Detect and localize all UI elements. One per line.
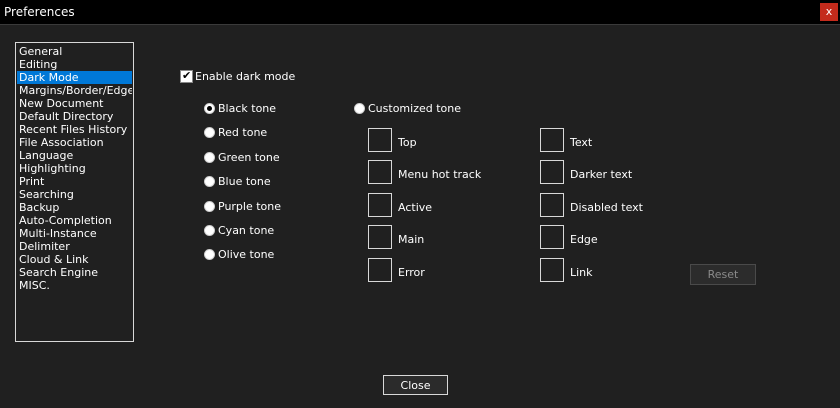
radio-button[interactable] xyxy=(204,152,215,163)
swatch-active[interactable] xyxy=(368,193,392,217)
radio-button[interactable] xyxy=(204,249,215,260)
swatch-label-menu-hot-track: Menu hot track xyxy=(398,168,482,181)
close-window-icon[interactable]: x xyxy=(820,3,838,21)
radio-label[interactable]: Customized tone xyxy=(368,102,461,115)
swatch-label-link: Link xyxy=(570,266,593,279)
swatch-disabled-text[interactable] xyxy=(540,193,564,217)
swatch-link[interactable] xyxy=(540,258,564,282)
nav-item-language[interactable]: Language xyxy=(17,149,132,162)
nav-item-search-engine[interactable]: Search Engine xyxy=(17,266,132,279)
swatch-main[interactable] xyxy=(368,225,392,249)
swatch-label-edge: Edge xyxy=(570,233,598,246)
nav-item-file-association[interactable]: File Association xyxy=(17,136,132,149)
preferences-nav-list[interactable]: General Editing Dark Mode Margins/Border… xyxy=(15,42,134,342)
nav-item-searching[interactable]: Searching xyxy=(17,188,132,201)
reset-button[interactable]: Reset xyxy=(690,264,756,285)
swatch-text[interactable] xyxy=(540,128,564,152)
nav-item-dark-mode[interactable]: Dark Mode xyxy=(17,71,132,84)
swatch-label-top: Top xyxy=(398,136,417,149)
close-button[interactable]: Close xyxy=(383,375,448,395)
swatch-label-text: Text xyxy=(570,136,593,149)
radio-label[interactable]: Black tone xyxy=(218,102,276,115)
radio-button[interactable] xyxy=(204,201,215,212)
nav-item-recent-files[interactable]: Recent Files History xyxy=(17,123,132,136)
radio-label[interactable]: Purple tone xyxy=(218,200,281,213)
title-bar: Preferences x xyxy=(0,0,840,25)
nav-item-misc[interactable]: MISC. xyxy=(17,279,132,292)
nav-item-margins[interactable]: Margins/Border/Edge xyxy=(17,84,132,97)
nav-item-backup[interactable]: Backup xyxy=(17,201,132,214)
checkmark-icon: ✔ xyxy=(182,69,192,82)
swatch-edge[interactable] xyxy=(540,225,564,249)
radio-label[interactable]: Red tone xyxy=(218,126,267,139)
radio-button[interactable] xyxy=(354,103,365,114)
radio-button[interactable] xyxy=(204,103,215,114)
swatch-label-darker-text: Darker text xyxy=(570,168,633,181)
nav-item-auto-completion[interactable]: Auto-Completion xyxy=(17,214,132,227)
swatch-label-main: Main xyxy=(398,233,425,246)
radio-label[interactable]: Cyan tone xyxy=(218,224,274,237)
nav-item-delimiter[interactable]: Delimiter xyxy=(17,240,132,253)
swatch-top[interactable] xyxy=(368,128,392,152)
nav-item-multi-instance[interactable]: Multi-Instance xyxy=(17,227,132,240)
nav-item-cloud-link[interactable]: Cloud & Link xyxy=(17,253,132,266)
nav-item-editing[interactable]: Editing xyxy=(17,58,132,71)
swatch-error[interactable] xyxy=(368,258,392,282)
swatch-menu-hot-track[interactable] xyxy=(368,160,392,184)
swatch-label-active: Active xyxy=(398,201,433,214)
enable-dark-mode-checkbox[interactable]: ✔ xyxy=(180,69,193,83)
nav-item-general[interactable]: General xyxy=(17,45,132,58)
swatch-label-disabled-text: Disabled text xyxy=(570,201,643,214)
swatch-label-error: Error xyxy=(398,266,425,279)
radio-label[interactable]: Olive tone xyxy=(218,248,274,261)
radio-button[interactable] xyxy=(204,225,215,236)
nav-item-print[interactable]: Print xyxy=(17,175,132,188)
nav-item-highlighting[interactable]: Highlighting xyxy=(17,162,132,175)
radio-button[interactable] xyxy=(204,127,215,138)
radio-label[interactable]: Blue tone xyxy=(218,175,271,188)
radio-button[interactable] xyxy=(204,176,215,187)
nav-item-default-directory[interactable]: Default Directory xyxy=(17,110,132,123)
window-title: Preferences xyxy=(4,5,75,19)
swatch-darker-text[interactable] xyxy=(540,160,564,184)
radio-label[interactable]: Green tone xyxy=(218,151,280,164)
nav-item-new-document[interactable]: New Document xyxy=(17,97,132,110)
enable-dark-mode-label[interactable]: Enable dark mode xyxy=(195,70,295,83)
